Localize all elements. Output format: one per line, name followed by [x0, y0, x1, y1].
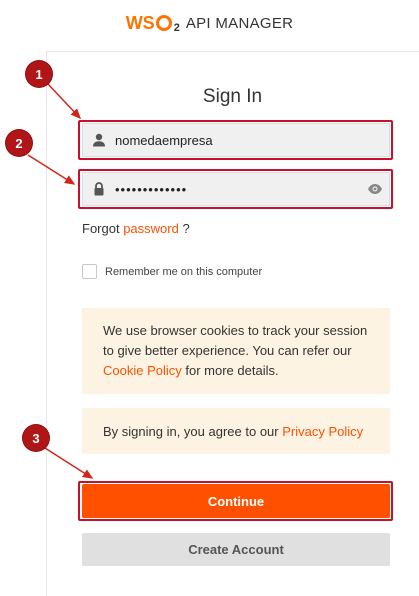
- privacy-notice-text: By signing in, you agree to our: [103, 424, 279, 439]
- login-page: WS 2 API MANAGER Sign In nomedaempresa ••…: [0, 0, 419, 596]
- cookie-notice-text: We use browser cookies to track your ses…: [103, 323, 368, 358]
- brand-header: WS 2 API MANAGER: [0, 0, 419, 46]
- page-title: Sign In: [202, 86, 263, 107]
- logo-ring-icon: [155, 15, 172, 31]
- create-account-button[interactable]: Create Account: [82, 533, 390, 566]
- annotation-highlight-password: [78, 169, 393, 209]
- forgot-prefix: Forgot: [82, 221, 120, 236]
- privacy-notice: By signing in, you agree to our Privacy …: [82, 408, 390, 454]
- annotation-badge-3: 3: [23, 425, 49, 451]
- remember-label: Remember me on this computer: [105, 265, 263, 278]
- annotation-badge-1: 1: [26, 61, 52, 87]
- annotation-badge-2: 2: [6, 130, 32, 156]
- forgot-password: Forgot password ?: [82, 221, 190, 236]
- forgot-suffix: ?: [182, 221, 190, 236]
- cookie-notice: We use browser cookies to track your ses…: [82, 308, 390, 394]
- cookie-policy-link[interactable]: Cookie Policy: [103, 363, 182, 378]
- annotation-highlight-username: [78, 120, 393, 160]
- forgot-password-link[interactable]: password: [123, 221, 179, 236]
- continue-button[interactable]: Continue: [82, 484, 390, 518]
- logo-text: WS: [125, 12, 155, 33]
- wso2-logo: WS 2: [125, 12, 180, 35]
- privacy-policy-link[interactable]: Privacy Policy: [282, 424, 363, 439]
- remember-me[interactable]: Remember me on this computer: [82, 264, 262, 279]
- cookie-notice-text-end: for more details.: [185, 363, 279, 378]
- product-name: API MANAGER: [185, 14, 294, 32]
- logo-subscript: 2: [173, 22, 180, 34]
- remember-checkbox[interactable]: [82, 264, 97, 279]
